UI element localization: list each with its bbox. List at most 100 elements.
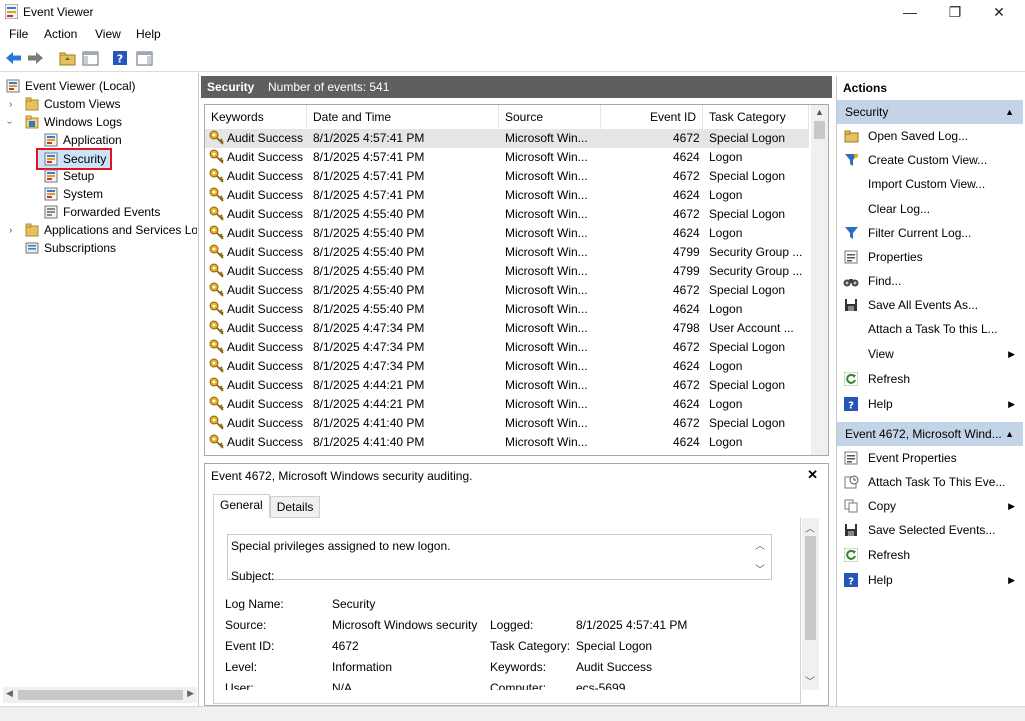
chevron-up-icon[interactable]: ︿ bbox=[755, 537, 765, 552]
show-hide-action-pane-icon[interactable] bbox=[135, 49, 153, 67]
table-row[interactable]: Audit Success 8/1/2025 4:44:21 PM Microsof… bbox=[205, 395, 809, 414]
tree-item-applications-services[interactable]: Applications and Services Lo bbox=[25, 221, 197, 239]
action-attach-task-to-event[interactable]: Attach Task To This Eve... bbox=[837, 471, 1023, 493]
properties-icon bbox=[843, 249, 859, 265]
forward-arrow-icon[interactable] bbox=[26, 49, 44, 67]
menu-action[interactable]: Action bbox=[44, 27, 77, 41]
tree-root[interactable]: Event Viewer (Local) bbox=[6, 77, 136, 95]
close-button[interactable]: ✕ bbox=[976, 0, 1022, 24]
tree-item-system[interactable]: System bbox=[44, 185, 103, 203]
action-open-saved-log[interactable]: Open Saved Log... bbox=[837, 125, 1023, 147]
cell-keywords: Audit Success bbox=[227, 359, 304, 373]
table-row[interactable]: Audit Success 8/1/2025 4:55:40 PM Microsof… bbox=[205, 300, 809, 319]
minimize-button[interactable]: — bbox=[887, 0, 933, 24]
action-clear-log[interactable]: Clear Log... bbox=[837, 198, 1023, 220]
computer-label: Computer: bbox=[490, 681, 547, 690]
action-label: Attach a Task To this L... bbox=[868, 322, 998, 336]
tree-item-setup[interactable]: Setup bbox=[44, 167, 94, 185]
level-value: Information bbox=[332, 660, 393, 674]
refresh-icon bbox=[843, 547, 859, 563]
scroll-right-icon[interactable]: ▶ bbox=[187, 688, 194, 699]
chevron-down-icon[interactable]: ﹀ bbox=[755, 561, 765, 576]
scroll-thumb[interactable] bbox=[814, 121, 825, 139]
action-view[interactable]: View ▶ bbox=[837, 343, 1023, 365]
table-row[interactable]: Audit Success 8/1/2025 4:55:40 PM Microsof… bbox=[205, 205, 809, 224]
tab-general[interactable]: General bbox=[213, 494, 270, 518]
refresh-icon bbox=[843, 371, 859, 387]
scroll-up-icon[interactable]: ▲ bbox=[815, 107, 824, 117]
event-description-box[interactable]: Special privileges assigned to new logon… bbox=[227, 534, 772, 583]
cell-event-id: 4672 bbox=[673, 283, 700, 297]
event-list-scrollbar[interactable]: ▲ bbox=[811, 105, 828, 455]
scroll-up-icon[interactable]: ︿ bbox=[805, 520, 815, 535]
action-filter-current-log[interactable]: Filter Current Log... bbox=[837, 222, 1023, 244]
table-row[interactable]: Audit Success 8/1/2025 4:41:40 PM Microsof… bbox=[205, 414, 809, 433]
action-event-properties[interactable]: Event Properties bbox=[837, 447, 1023, 469]
scroll-down-icon[interactable]: ﹀ bbox=[805, 673, 815, 688]
table-row[interactable]: Audit Success 8/1/2025 4:57:41 PM Microsof… bbox=[205, 186, 809, 205]
back-arrow-icon[interactable] bbox=[4, 49, 22, 67]
table-row[interactable]: Audit Success 8/1/2025 4:55:40 PM Microsof… bbox=[205, 243, 809, 262]
log-icon bbox=[44, 169, 58, 183]
expand-chevron-icon[interactable]: › bbox=[9, 225, 12, 236]
action-import-custom-view[interactable]: Import Custom View... bbox=[837, 173, 1023, 195]
actions-section-event[interactable]: Event 4672, Microsoft Wind... ▲ bbox=[837, 422, 1023, 446]
table-row[interactable]: Audit Success 8/1/2025 4:47:34 PM Microsof… bbox=[205, 319, 809, 338]
column-header-date[interactable]: Date and Time bbox=[307, 105, 499, 129]
tree-item-windows-logs[interactable]: Windows Logs bbox=[25, 113, 122, 131]
tab-details[interactable]: Details bbox=[269, 496, 321, 518]
table-row[interactable]: Audit Success 8/1/2025 4:41:40 PM Microsof… bbox=[205, 433, 809, 452]
table-row[interactable]: Audit Success 8/1/2025 4:47:34 PM Microsof… bbox=[205, 338, 809, 357]
svg-text:?: ? bbox=[117, 53, 123, 66]
column-header-keywords[interactable]: Keywords bbox=[205, 105, 307, 129]
action-help[interactable]: ? Help ▶ bbox=[837, 393, 1023, 415]
collapse-up-icon[interactable]: ▲ bbox=[1005, 107, 1014, 117]
menu-view[interactable]: View bbox=[95, 27, 121, 41]
menu-help[interactable]: Help bbox=[136, 27, 161, 41]
action-find[interactable]: Find... bbox=[837, 270, 1023, 292]
action-save-all-events[interactable]: Save All Events As... bbox=[837, 294, 1023, 316]
action-attach-task-to-log[interactable]: Attach a Task To this L... bbox=[837, 318, 1023, 340]
up-folder-icon[interactable] bbox=[58, 49, 76, 67]
action-copy[interactable]: Copy ▶ bbox=[837, 495, 1023, 517]
column-header-task-category[interactable]: Task Category bbox=[703, 105, 809, 129]
help-icon[interactable]: ? bbox=[111, 49, 129, 67]
tree-item-custom-views[interactable]: Custom Views bbox=[25, 95, 120, 113]
menu-file[interactable]: File bbox=[9, 27, 28, 41]
detail-scrollbar[interactable]: ︿ ﹀ bbox=[802, 518, 819, 690]
show-hide-tree-icon[interactable] bbox=[81, 49, 99, 67]
tree-item-application[interactable]: Application bbox=[44, 131, 122, 149]
actions-section-security[interactable]: Security ▲ bbox=[837, 100, 1023, 124]
scroll-thumb[interactable] bbox=[805, 536, 816, 640]
cell-source: Microsoft Win... bbox=[505, 169, 588, 183]
table-row[interactable]: Audit Success 8/1/2025 4:57:41 PM Microsof… bbox=[205, 129, 809, 148]
action-help-event[interactable]: ? Help ▶ bbox=[837, 569, 1023, 591]
close-detail-icon[interactable]: ✕ bbox=[807, 467, 818, 483]
blank-icon bbox=[843, 201, 859, 217]
cell-task-category: Special Logon bbox=[709, 169, 786, 183]
table-row[interactable]: Audit Success 8/1/2025 4:44:21 PM Microsof… bbox=[205, 376, 809, 395]
action-properties[interactable]: Properties bbox=[837, 246, 1023, 268]
tree-item-subscriptions[interactable]: Subscriptions bbox=[25, 239, 116, 257]
expand-chevron-icon[interactable]: › bbox=[9, 99, 12, 110]
scroll-left-icon[interactable]: ◀ bbox=[6, 688, 13, 699]
table-row[interactable]: Audit Success 8/1/2025 4:55:40 PM Microsof… bbox=[205, 224, 809, 243]
scroll-thumb[interactable] bbox=[18, 690, 183, 700]
action-create-custom-view[interactable]: Create Custom View... bbox=[837, 149, 1023, 171]
maximize-button[interactable]: ❐ bbox=[932, 0, 978, 24]
table-row[interactable]: Audit Success 8/1/2025 4:57:41 PM Microsof… bbox=[205, 148, 809, 167]
action-refresh-event[interactable]: Refresh bbox=[837, 544, 1023, 566]
collapse-up-icon[interactable]: ▲ bbox=[1005, 429, 1014, 439]
action-refresh[interactable]: Refresh bbox=[837, 368, 1023, 390]
table-row[interactable]: Audit Success 8/1/2025 4:55:40 PM Microsof… bbox=[205, 262, 809, 281]
column-header-source[interactable]: Source bbox=[499, 105, 601, 129]
table-row[interactable]: Audit Success 8/1/2025 4:55:40 PM Microsof… bbox=[205, 281, 809, 300]
cell-event-id: 4624 bbox=[673, 150, 700, 164]
tree-item-forwarded-events[interactable]: Forwarded Events bbox=[44, 203, 160, 221]
tree-horizontal-scrollbar[interactable]: ◀ ▶ bbox=[3, 687, 197, 703]
table-row[interactable]: Audit Success 8/1/2025 4:57:41 PM Microsof… bbox=[205, 167, 809, 186]
action-save-selected-events[interactable]: Save Selected Events... bbox=[837, 519, 1023, 541]
table-row[interactable]: Audit Success 8/1/2025 4:47:34 PM Microsof… bbox=[205, 357, 809, 376]
collapse-chevron-icon[interactable]: › bbox=[4, 121, 15, 124]
column-header-event-id[interactable]: Event ID bbox=[601, 105, 703, 129]
